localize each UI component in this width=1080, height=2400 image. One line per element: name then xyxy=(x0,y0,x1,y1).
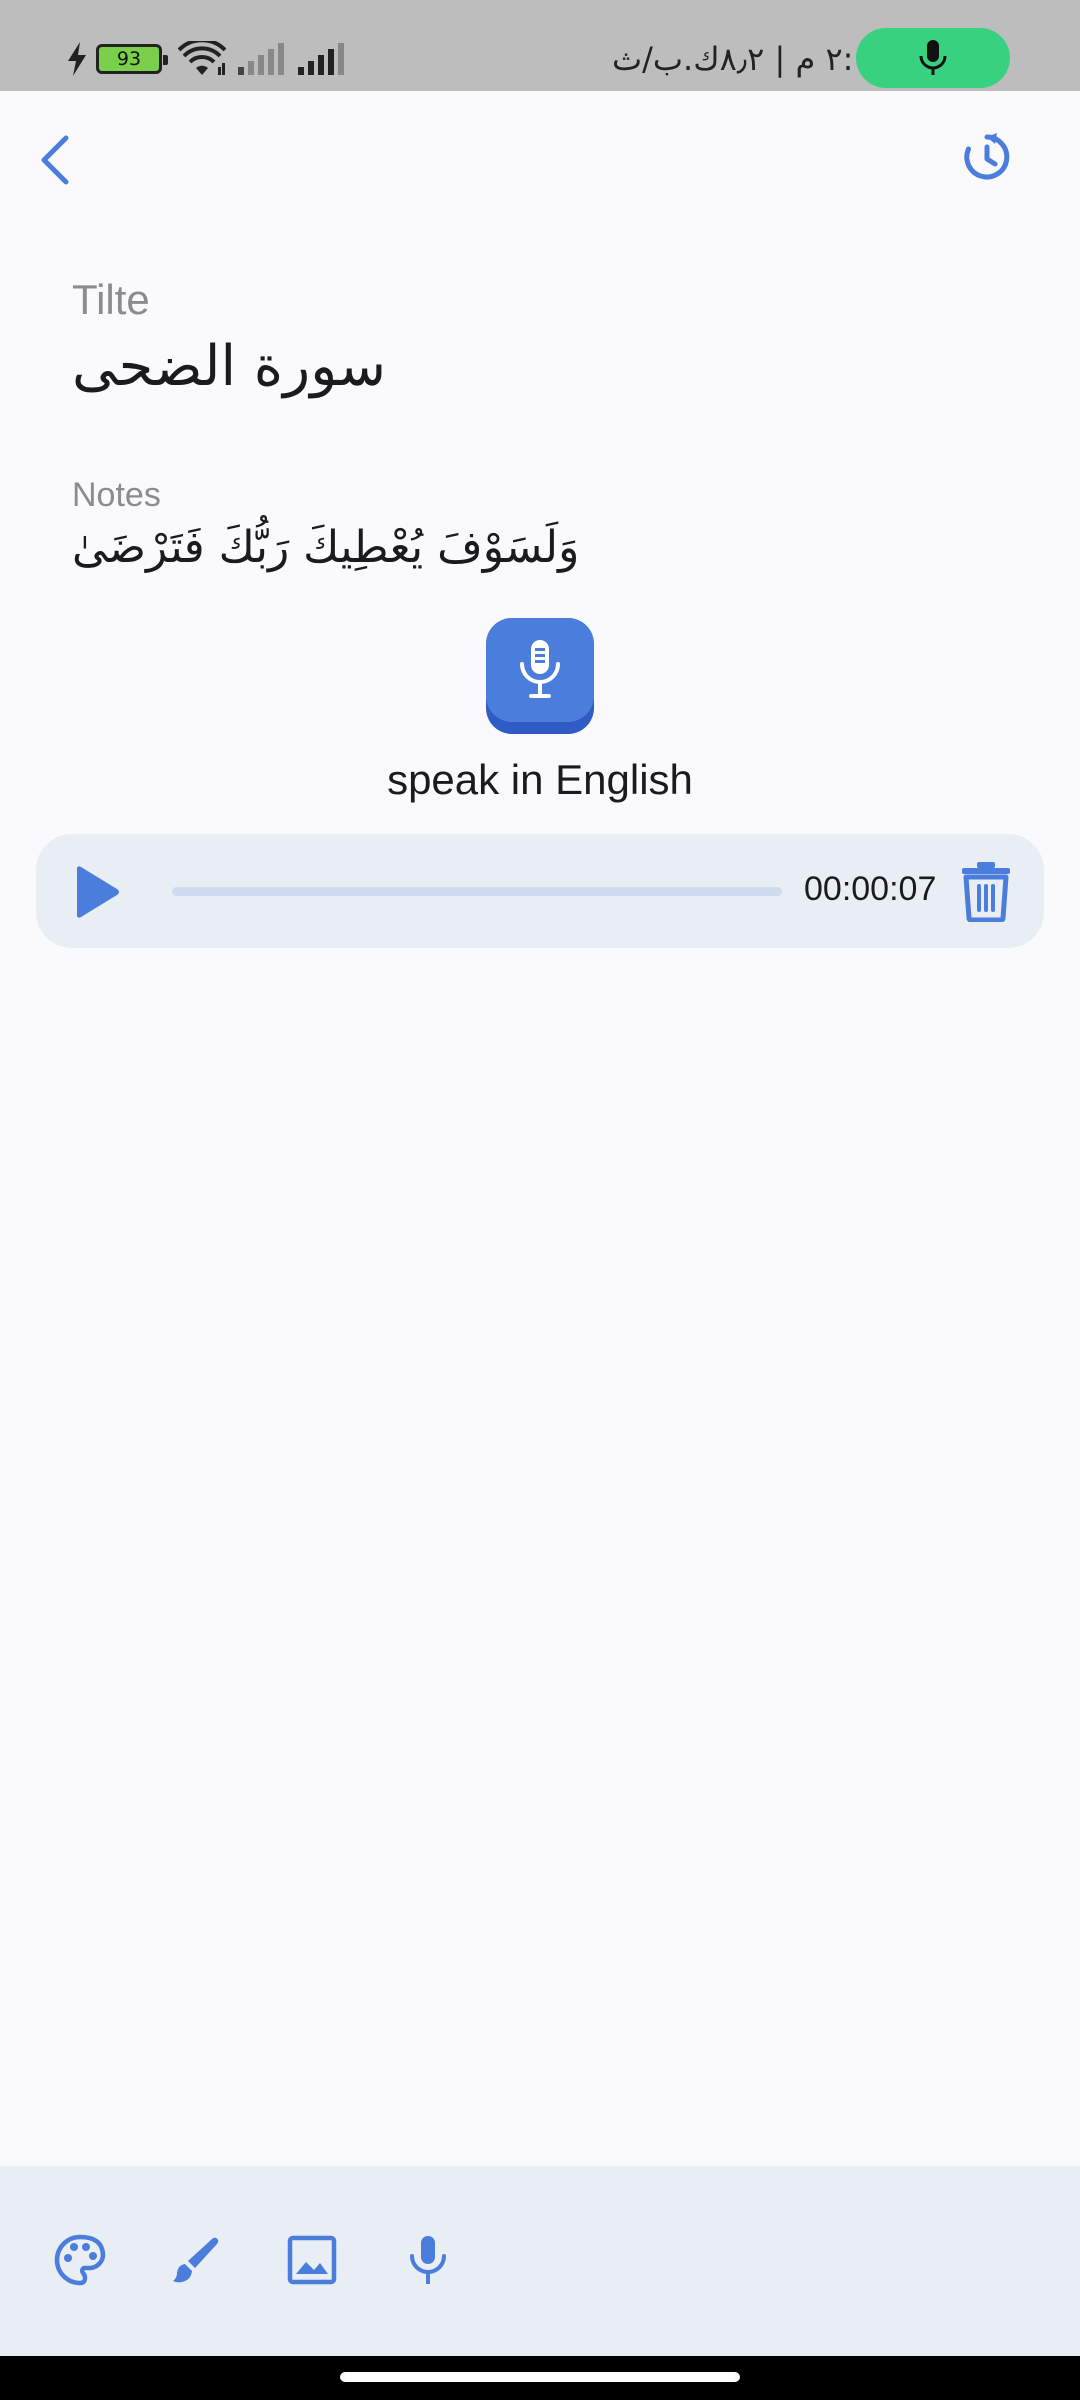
brush-button[interactable] xyxy=(164,2228,228,2292)
title-label: Tilte xyxy=(72,276,150,323)
notes-field[interactable]: وَلَسَوْفَ يُعْطِيكَ رَبُّكَ فَتَرْضَىٰ xyxy=(72,522,579,573)
speak-language-label: speak in English xyxy=(387,756,693,803)
battery-indicator: 93 xyxy=(96,44,168,74)
mic-in-use-indicator[interactable] xyxy=(856,28,1010,88)
brush-icon xyxy=(173,2237,219,2283)
status-icons: 93 xyxy=(66,36,346,82)
history-icon xyxy=(964,133,1010,180)
signal-icon-sim1 xyxy=(238,43,284,75)
trash-icon xyxy=(962,862,1010,922)
palette-icon xyxy=(54,2234,106,2286)
chevron-left-icon xyxy=(41,135,69,185)
title-field[interactable]: سورة الضحى xyxy=(72,334,386,399)
home-indicator[interactable] xyxy=(340,2372,740,2382)
microphone-icon xyxy=(919,40,947,75)
system-nav-bar xyxy=(0,2356,1080,2400)
microphone-icon xyxy=(520,640,560,698)
image-button[interactable] xyxy=(280,2228,344,2292)
image-icon xyxy=(287,2235,337,2285)
notes-label: Notes xyxy=(72,476,161,514)
play-button[interactable] xyxy=(66,862,126,922)
audio-progress-bar[interactable] xyxy=(172,887,782,896)
play-icon xyxy=(77,866,119,918)
microphone-icon xyxy=(410,2236,446,2284)
status-time-speed: ٢:١٨ م | ٨٫٢ك.ب/ث xyxy=(612,40,888,78)
record-button-face xyxy=(486,618,594,722)
wifi-icon xyxy=(178,41,226,75)
back-button[interactable] xyxy=(24,120,84,200)
record-button[interactable] xyxy=(486,618,594,734)
signal-icon-sim2 xyxy=(298,43,344,75)
audio-player: 00:00:07 xyxy=(36,834,1044,948)
charging-bolt-icon xyxy=(68,42,86,76)
voice-note-button[interactable] xyxy=(396,2228,460,2292)
battery-cap xyxy=(163,55,168,65)
audio-duration: 00:00:07 xyxy=(804,870,937,908)
delete-recording-button[interactable] xyxy=(954,858,1018,924)
history-button[interactable] xyxy=(956,126,1018,188)
status-bar: 93 ٢:١٨ م | ٨٫٢ك.ب/ث xyxy=(0,0,1080,91)
palette-button[interactable] xyxy=(48,2228,112,2292)
battery-level: 93 xyxy=(116,48,142,70)
bottom-toolbar xyxy=(0,2166,1080,2356)
